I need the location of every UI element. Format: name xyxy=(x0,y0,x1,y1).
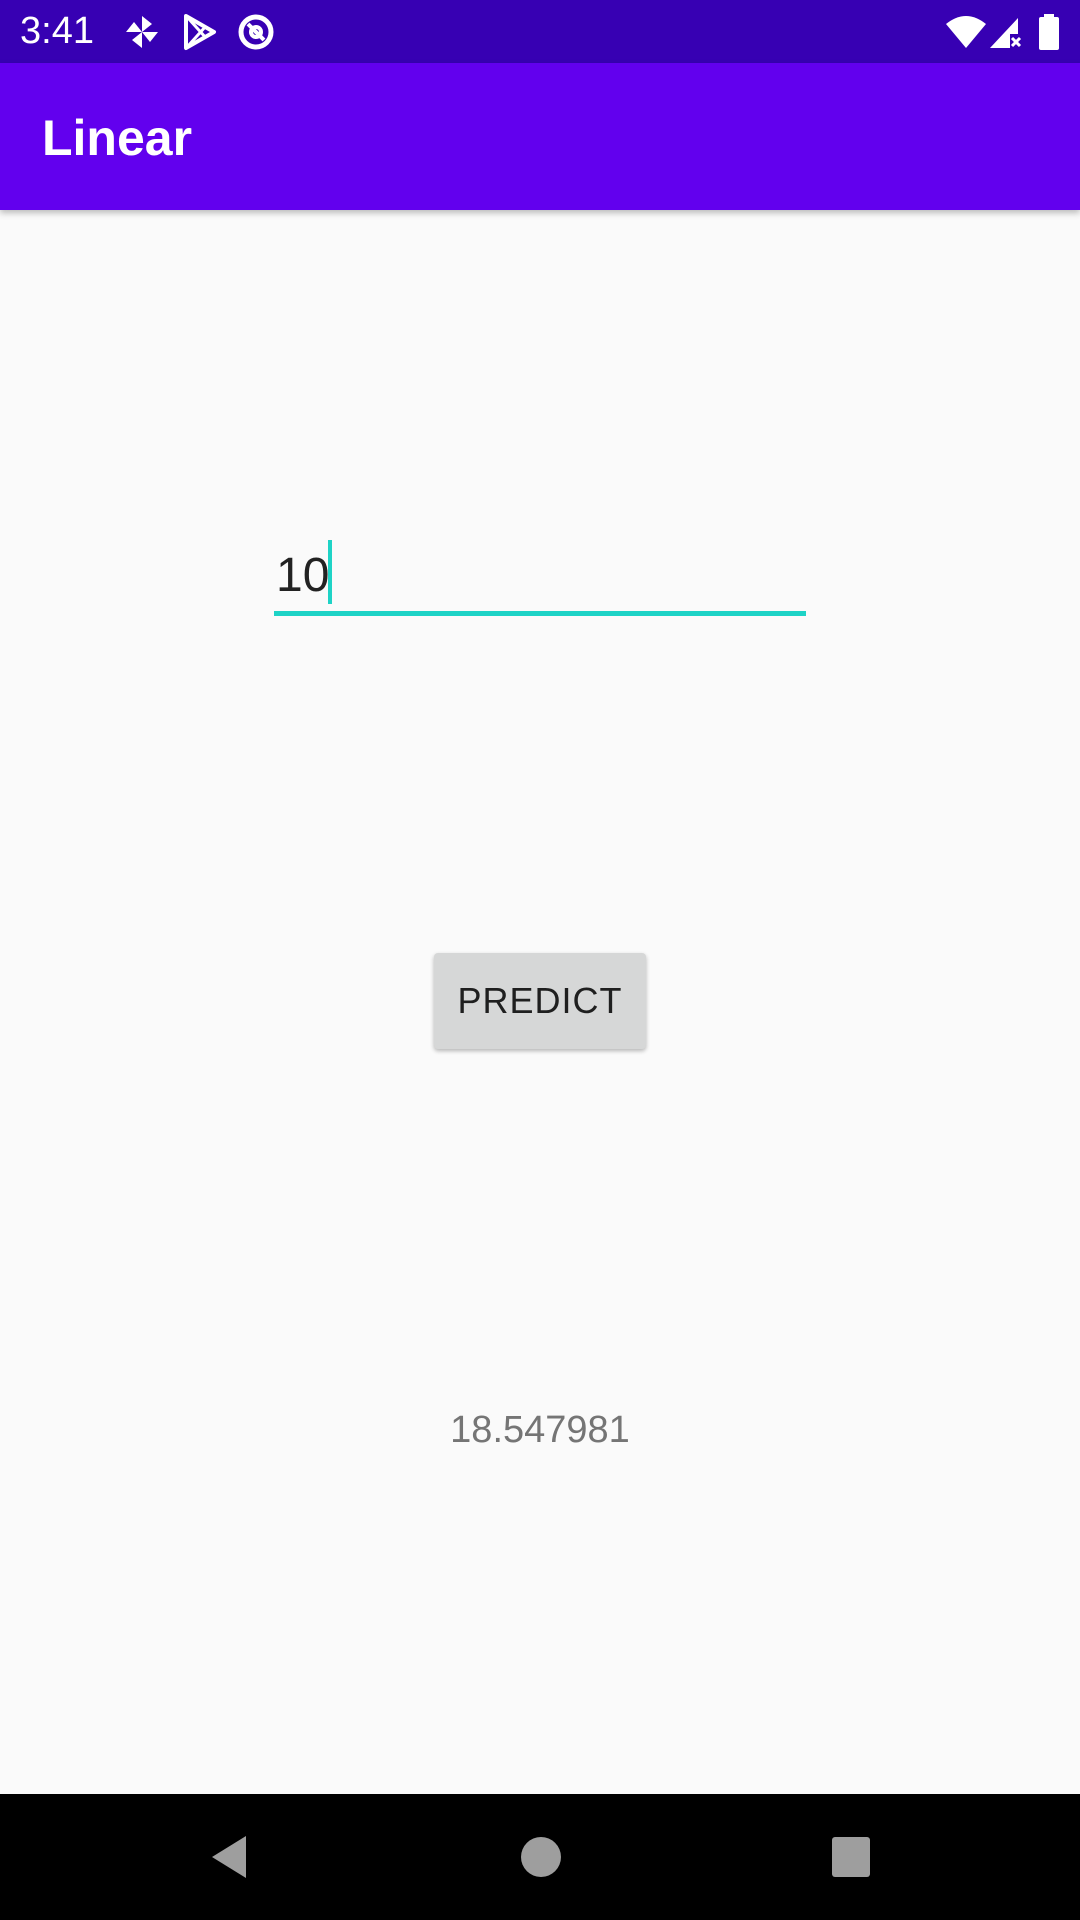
battery-icon xyxy=(1039,14,1059,50)
prediction-result: 18.547981 xyxy=(450,1409,630,1451)
navigation-bar xyxy=(0,1794,1080,1920)
play-store-icon xyxy=(184,14,216,50)
cell-signal-no-data-icon xyxy=(990,18,1022,48)
status-time: 3:41 xyxy=(20,10,94,52)
screen: 3:41 Linear 10 PREDICT 18.547981 xyxy=(0,0,1080,1920)
app-bar: Linear xyxy=(0,63,1080,210)
back-icon[interactable] xyxy=(204,1832,254,1882)
input-underline xyxy=(274,611,806,616)
recents-icon[interactable] xyxy=(830,1832,872,1882)
text-caret xyxy=(328,540,332,604)
home-icon[interactable] xyxy=(516,1832,566,1882)
at-sign-icon xyxy=(238,14,274,50)
number-input-value[interactable]: 10 xyxy=(276,548,329,604)
wifi-icon xyxy=(946,16,986,48)
status-bar: 3:41 xyxy=(0,0,1080,63)
number-input[interactable]: 10 xyxy=(274,540,806,616)
predict-button[interactable]: PREDICT xyxy=(434,953,646,1049)
app-title: Linear xyxy=(42,110,193,166)
pinwheel-icon xyxy=(126,16,158,48)
